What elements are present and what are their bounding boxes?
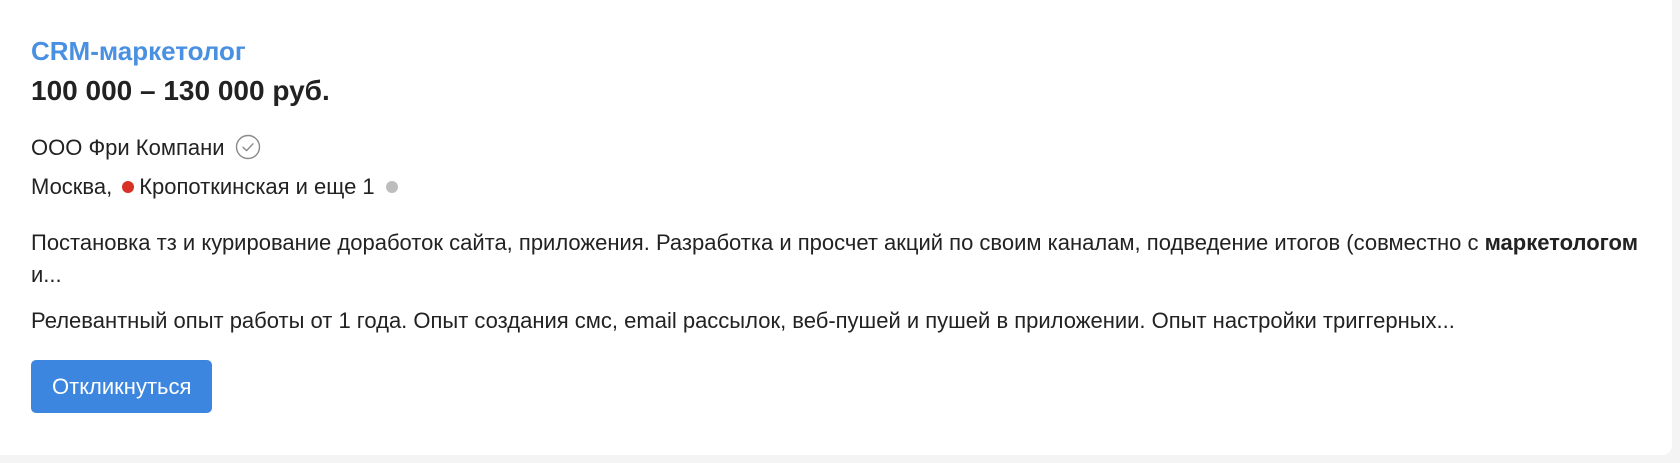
description-text-end: и... [31,262,62,287]
description-highlight: маркетологом [1484,230,1638,255]
location-row: Москва, Кропоткинская и еще 1 [31,172,1641,202]
metro-line-dot-icon [122,181,135,193]
metro-station-name: Кропоткинская [139,174,290,199]
respond-button[interactable]: Откликнуться [31,360,213,413]
vacancy-salary: 100 000 – 130 000 руб. [31,75,330,106]
more-stations-text: и еще 1 [295,174,375,199]
vacancy-title-link[interactable]: CRM-маркетолог [31,34,246,68]
company-row: ООО Фри Компани [31,133,1641,163]
vacancy-description: Постановка тз и курирование доработок са… [31,227,1641,291]
check-circle-icon [234,133,262,161]
city-name: Москва, [31,174,113,199]
vacancy-requirements: Релевантный опыт работы от 1 года. Опыт … [31,308,1455,333]
description-text-start: Постановка тз и курирование доработок са… [31,230,1485,255]
company-name-link[interactable]: ООО Фри Компани [31,135,225,161]
vacancy-card: CRM-маркетолог 100 000 – 130 000 руб. ОО… [0,0,1672,455]
more-stations-dot-icon [385,181,398,193]
